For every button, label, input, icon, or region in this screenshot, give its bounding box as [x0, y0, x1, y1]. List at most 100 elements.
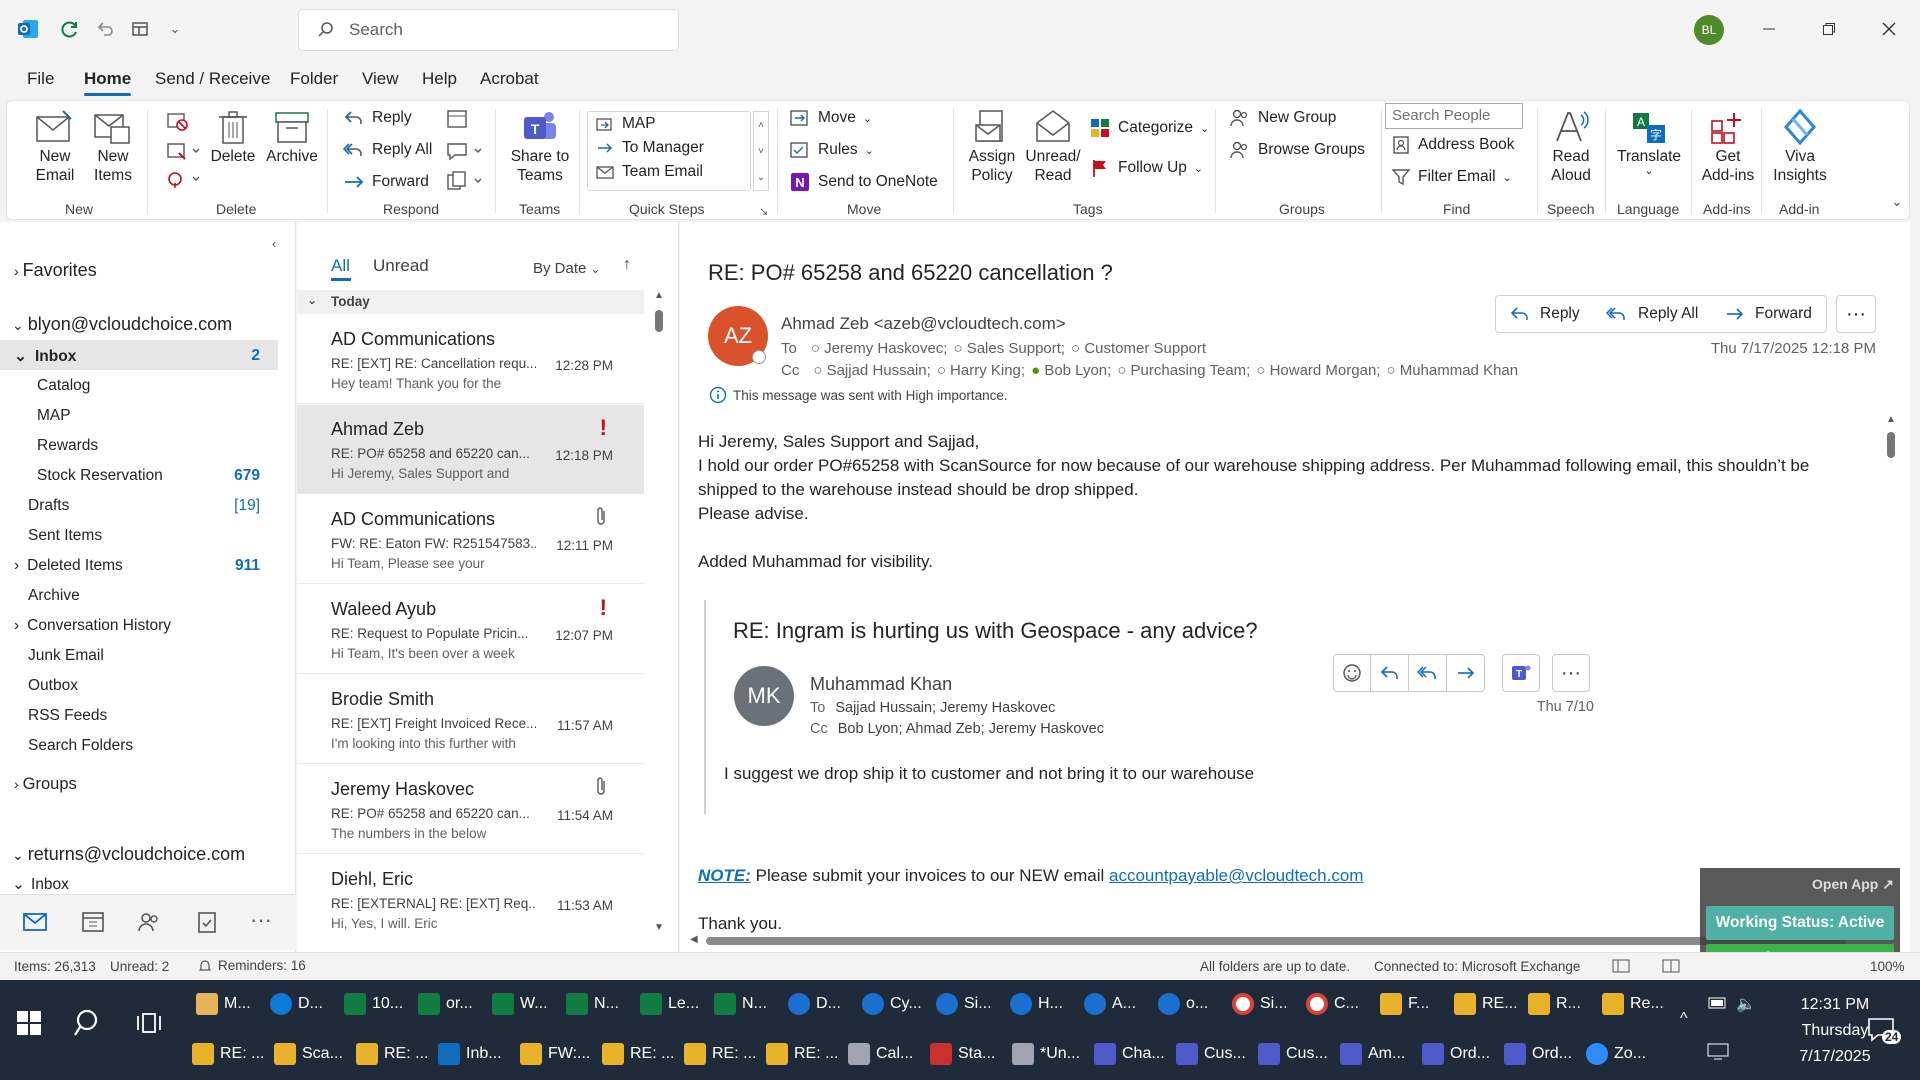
taskbar-app-button[interactable]: RE: ... — [192, 1034, 264, 1074]
calendar-module-icon[interactable] — [80, 909, 106, 935]
quoted-more-icon[interactable]: ··· — [1552, 654, 1590, 692]
taskbar-app-button[interactable]: or... — [418, 984, 473, 1024]
filter-unread-tab[interactable]: Unread — [373, 256, 429, 276]
recipient[interactable]: ○ Harry King; — [937, 362, 1025, 379]
categorize-button[interactable]: Categorize ⌄ — [1089, 117, 1209, 139]
move-button[interactable]: Move ⌄ — [789, 107, 872, 129]
taskbar-app-button[interactable]: D... — [788, 984, 841, 1024]
restore-icon[interactable] — [1816, 16, 1842, 42]
sort-direction-icon[interactable]: ↑ — [623, 256, 631, 274]
account-header-2[interactable]: ⌄ returns@vcloudchoice.com — [12, 844, 245, 865]
taskbar-app-button[interactable]: R... — [1528, 984, 1581, 1024]
undo-icon[interactable] — [93, 17, 117, 41]
email-link[interactable]: accountpayable@vcloudtech.com — [1109, 866, 1363, 885]
taskbar-app-button[interactable]: Inb... — [438, 1034, 502, 1074]
recipient[interactable]: ○ Jeremy Haskovec; — [811, 340, 948, 357]
folder-catalog[interactable]: Catalog — [37, 377, 260, 395]
recipient[interactable]: ○ Howard Morgan; — [1256, 362, 1380, 379]
taskbar-app-button[interactable]: Sca... — [274, 1034, 343, 1074]
taskbar-app-button[interactable]: RE: ... — [602, 1034, 674, 1074]
recipient[interactable]: ○ Sales Support; — [953, 340, 1065, 357]
reading-view-icon[interactable] — [1662, 958, 1680, 974]
emoji-reaction-icon[interactable] — [1333, 654, 1371, 692]
more-respond-icon[interactable] — [445, 169, 485, 193]
windows-start-icon[interactable] — [16, 1010, 42, 1036]
volume-icon[interactable]: 🔈 — [1736, 994, 1756, 1014]
taskbar-app-button[interactable]: Cy... — [862, 984, 922, 1024]
folder-junk-email[interactable]: Junk Email — [28, 647, 268, 665]
taskbar-app-button[interactable]: Zo... — [1586, 1034, 1646, 1074]
tab-send-receive[interactable]: Send / Receive — [155, 69, 270, 89]
list-scrollbar[interactable]: ▲ ▼ — [652, 290, 666, 936]
quick-step-map[interactable]: MAP — [588, 112, 750, 136]
reading-scroll-thumb[interactable] — [1887, 432, 1895, 458]
tab-view[interactable]: View — [362, 69, 399, 89]
collapse-ribbon-icon[interactable]: ⌄ — [1891, 193, 1903, 210]
mail-module-icon[interactable] — [22, 909, 48, 935]
taskbar-app-button[interactable]: D... — [270, 984, 323, 1024]
folder-drafts[interactable]: Drafts [19] — [28, 497, 260, 515]
taskbar-app-button[interactable]: Cha... — [1094, 1034, 1165, 1074]
taskbar-app-button[interactable]: RE... — [1454, 984, 1518, 1024]
clean-up-icon[interactable] — [165, 139, 201, 163]
taskbar-app-button[interactable]: RE: ... — [766, 1034, 838, 1074]
reading-hscroll-thumb[interactable] — [706, 937, 1846, 945]
folder-outbox[interactable]: Outbox — [28, 677, 268, 695]
taskbar-app-button[interactable]: Cus... — [1258, 1034, 1328, 1074]
list-item[interactable]: ! Waleed Ayub RE: Request to Populate Pr… — [297, 585, 644, 674]
folder-deleted-items[interactable]: › Deleted Items 911 — [14, 557, 260, 575]
folder-sent-items[interactable]: Sent Items — [28, 527, 260, 545]
reply-all-button[interactable]: Reply All — [1592, 295, 1714, 333]
taskbar-app-button[interactable]: RE: ... — [356, 1034, 428, 1074]
taskbar-app-button[interactable]: W... — [492, 984, 548, 1024]
network-icon[interactable] — [1706, 1042, 1730, 1060]
translate-button[interactable]: A字 Translate ⌄ — [1613, 107, 1685, 177]
taskbar-app-button[interactable]: N... — [714, 984, 767, 1024]
taskbar-app-button[interactable]: A... — [1084, 984, 1136, 1024]
read-aloud-button[interactable]: Read Aloud — [1543, 107, 1599, 185]
taskbar-app-button[interactable]: Le... — [640, 984, 699, 1024]
taskbar-app-button[interactable]: RE: ... — [684, 1034, 756, 1074]
folder-rewards[interactable]: Rewards — [37, 437, 260, 455]
notifications-icon[interactable]: 24 — [1866, 1016, 1902, 1044]
taskbar-app-button[interactable]: Re... — [1602, 984, 1664, 1024]
taskbar-app-button[interactable]: Am... — [1340, 1034, 1405, 1074]
tasks-module-icon[interactable] — [194, 909, 220, 935]
taskbar-app-button[interactable]: Cus... — [1176, 1034, 1246, 1074]
task-view-icon[interactable] — [136, 1010, 162, 1036]
recipient[interactable]: ○ Customer Support — [1071, 340, 1206, 357]
taskbar-app-button[interactable]: Sta... — [930, 1034, 995, 1074]
close-icon[interactable] — [1876, 16, 1902, 42]
list-item[interactable]: Diehl, Eric RE: [EXTERNAL] RE: [EXT] Req… — [297, 855, 644, 941]
tab-file[interactable]: File — [27, 69, 54, 89]
reading-vertical-scrollbar[interactable]: ▲ — [1884, 414, 1898, 934]
get-add-ins-button[interactable]: Get Add-ins — [1701, 107, 1755, 185]
quoted-reply-all-icon[interactable] — [1409, 654, 1447, 692]
folder-inbox-2[interactable]: ⌄ Inbox — [12, 875, 252, 894]
more-modules-icon[interactable]: ··· — [250, 907, 272, 933]
taskbar-app-button[interactable]: 10... — [344, 984, 403, 1024]
list-scroll-thumb[interactable] — [655, 310, 663, 332]
taskbar-app-button[interactable]: Ord... — [1504, 1034, 1572, 1074]
recipient[interactable]: ○ Purchasing Team; — [1117, 362, 1250, 379]
list-item[interactable]: AD Communications RE: [EXT] RE: Cancella… — [297, 315, 644, 404]
browse-groups-button[interactable]: Browse Groups — [1229, 139, 1365, 161]
taskbar-app-button[interactable]: Cal... — [848, 1034, 913, 1074]
unread-read-button[interactable]: Unread/ Read — [1023, 107, 1083, 185]
folder-rss-feeds[interactable]: RSS Feeds — [28, 707, 268, 725]
share-to-teams-button[interactable]: T Share to Teams — [507, 107, 573, 185]
taskbar-app-button[interactable]: Si... — [936, 984, 992, 1024]
show-hidden-icons[interactable]: ^ — [1680, 1010, 1688, 1028]
new-group-button[interactable]: New Group — [1229, 107, 1336, 129]
avatar[interactable]: BL — [1694, 15, 1724, 45]
quoted-avatar[interactable]: MK — [734, 666, 794, 726]
list-item[interactable]: Jeremy Haskovec RE: PO# 65258 and 65220 … — [297, 765, 644, 854]
reply-all-button[interactable]: Reply All — [343, 139, 432, 161]
reply-button[interactable]: Reply — [1495, 295, 1595, 333]
tab-acrobat[interactable]: Acrobat — [480, 69, 539, 89]
quoted-teams-icon[interactable]: T — [1502, 654, 1540, 692]
list-item[interactable]: AD Communications FW: RE: Eaton FW: R251… — [297, 495, 644, 584]
filter-all-tab[interactable]: All — [331, 256, 350, 276]
taskbar-app-button[interactable]: Ord... — [1422, 1034, 1490, 1074]
favorites-header[interactable]: › Favorites — [14, 260, 97, 281]
